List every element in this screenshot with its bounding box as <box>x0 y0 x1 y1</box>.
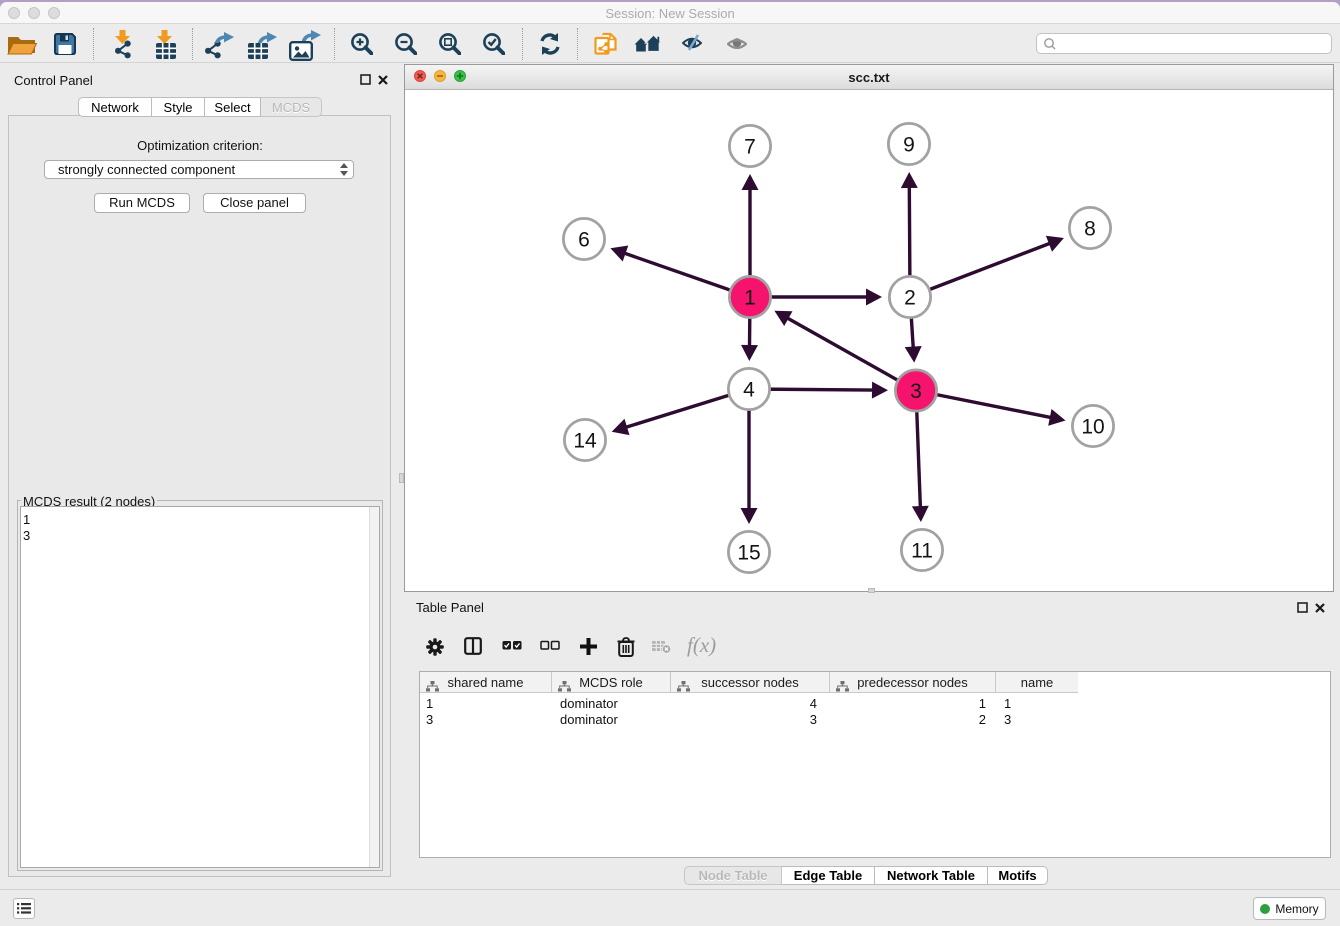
svg-text:6: 6 <box>578 228 590 251</box>
svg-text:2: 2 <box>904 286 916 309</box>
svg-text:3: 3 <box>910 380 922 403</box>
svg-text:14: 14 <box>573 429 597 452</box>
svg-text:15: 15 <box>737 541 760 564</box>
svg-text:11: 11 <box>911 539 933 562</box>
svg-text:8: 8 <box>1084 217 1096 240</box>
svg-text:4: 4 <box>743 378 755 401</box>
svg-text:1: 1 <box>744 286 756 309</box>
svg-text:10: 10 <box>1081 415 1104 438</box>
svg-text:7: 7 <box>744 135 756 158</box>
svg-text:9: 9 <box>903 133 915 156</box>
